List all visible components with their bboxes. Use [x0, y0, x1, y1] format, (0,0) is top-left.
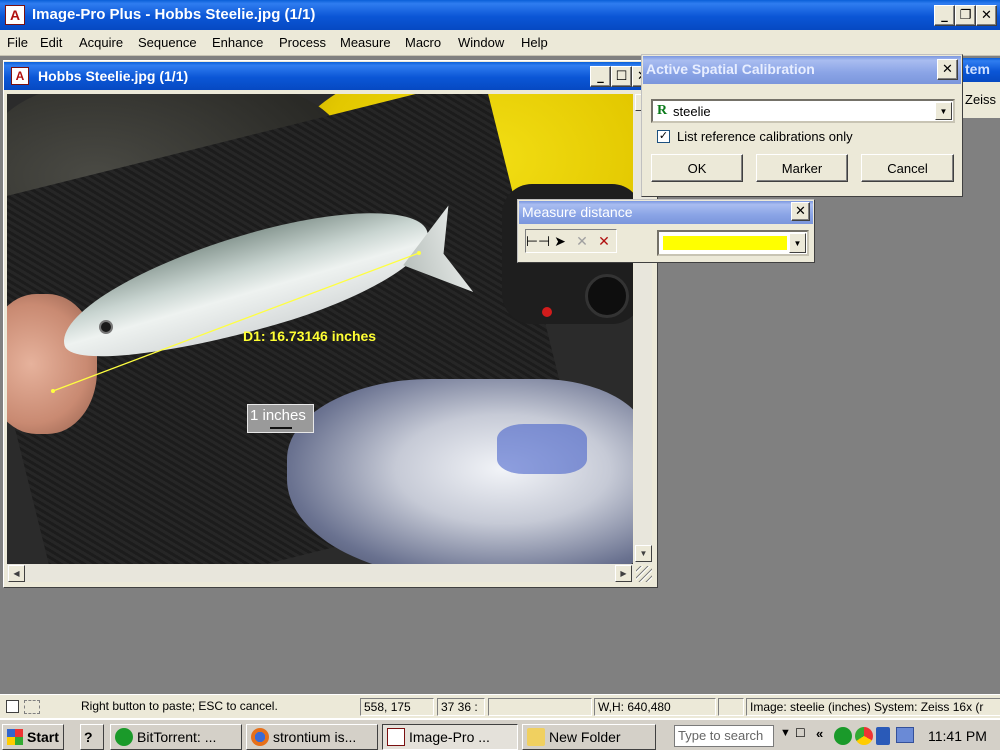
calibration-type-badge: R	[657, 103, 668, 118]
status-coords: 558, 175	[360, 698, 434, 716]
menu-help[interactable]: Help	[521, 35, 548, 50]
menu-macro[interactable]: Macro	[405, 35, 441, 50]
app-minimize-button[interactable]: _	[934, 5, 955, 26]
image-window-title-bar[interactable]: A Hobbs Steelie.jpg (1/1) _ ☐ ✕	[4, 62, 655, 90]
status-toggle-icon[interactable]	[6, 700, 19, 713]
bittorrent-icon	[115, 728, 133, 746]
calibration-title-bar[interactable]: Active Spatial Calibration ✕	[643, 56, 961, 84]
background-window-body: Zeiss	[962, 82, 1000, 118]
measurement-endpoint-start	[51, 389, 55, 393]
tray-chrome-icon[interactable]	[855, 727, 873, 745]
status-bar: Right button to paste; ESC to cancel. 55…	[0, 694, 1000, 718]
status-hint: Right button to paste; ESC to cancel.	[81, 699, 278, 713]
status-calibration-info: Image: steelie (inches) System: Zeiss 16…	[746, 698, 1000, 716]
image-window-icon: A	[11, 67, 29, 85]
task-imagepro[interactable]: Image-Pro ...	[382, 724, 518, 750]
task-firefox[interactable]: strontium is...	[246, 724, 378, 750]
menu-file[interactable]: File	[7, 35, 28, 50]
app-logo-icon: A	[5, 5, 25, 25]
scroll-down-button[interactable]: ▼	[635, 545, 652, 562]
calibration-close-button[interactable]: ✕	[937, 59, 958, 80]
calibration-select-value: steelie	[673, 104, 711, 119]
scale-bar-line	[270, 427, 292, 429]
taskbar: Start ? BitTorrent: ... strontium is... …	[0, 718, 1000, 750]
firefox-icon	[251, 728, 269, 746]
taskbar-search-input[interactable]: Type to search	[674, 725, 774, 747]
start-label: Start	[27, 729, 59, 745]
ok-button[interactable]: OK	[651, 154, 743, 182]
scale-bar-label: 1 inches	[250, 407, 306, 424]
task-label: New Folder	[549, 729, 621, 745]
select-arrow-icon[interactable]: ➤	[549, 231, 571, 251]
measurement-endpoint-end	[417, 251, 421, 255]
delete-gray-icon[interactable]: ✕	[571, 231, 593, 251]
menu-enhance[interactable]: Enhance	[212, 35, 263, 50]
app-title-bar[interactable]: A Image-Pro Plus - Hobbs Steelie.jpg (1/…	[0, 0, 1000, 30]
delete-all-icon[interactable]: ✕	[593, 231, 615, 251]
app-title: Image-Pro Plus - Hobbs Steelie.jpg (1/1)	[32, 6, 316, 23]
status-pixel-value: 37 36 :	[437, 698, 485, 716]
status-empty-cell-2	[718, 698, 744, 716]
status-empty-cell	[488, 698, 592, 716]
image-minimize-button[interactable]: _	[590, 66, 611, 87]
chevron-down-icon[interactable]: ▼	[935, 102, 952, 120]
app-restore-button[interactable]: ❐	[955, 5, 976, 26]
start-button[interactable]: Start	[2, 724, 64, 750]
tray-shield-icon[interactable]	[876, 727, 890, 745]
background-window-text: Zeiss	[965, 92, 997, 107]
measure-title-bar[interactable]: Measure distance ✕	[519, 201, 813, 224]
windows-logo-icon	[7, 729, 23, 745]
task-bittorrent[interactable]: BitTorrent: ...	[110, 724, 242, 750]
calibration-title: Active Spatial Calibration	[646, 61, 815, 77]
image-window-title: Hobbs Steelie.jpg (1/1)	[38, 68, 189, 84]
image-canvas[interactable]: D1: 16.73146 inches 1 inches	[7, 94, 633, 564]
resize-grip-icon[interactable]	[636, 566, 652, 582]
taskbar-clock: 11:41 PM	[928, 728, 987, 744]
cancel-button[interactable]: Cancel	[861, 154, 954, 182]
menu-window[interactable]: Window	[458, 35, 504, 50]
scroll-left-button[interactable]: ◀	[8, 565, 25, 582]
help-quicklaunch-icon[interactable]: ?	[80, 724, 104, 750]
reference-only-label[interactable]: List reference calibrations only	[677, 129, 853, 144]
reference-only-checkbox[interactable]: ✓	[657, 130, 670, 143]
menu-acquire[interactable]: Acquire	[79, 35, 123, 50]
menu-measure[interactable]: Measure	[340, 35, 391, 50]
task-label: strontium is...	[273, 729, 357, 745]
measure-close-button[interactable]: ✕	[791, 202, 810, 221]
marker-button[interactable]: Marker	[756, 154, 848, 182]
task-label: BitTorrent: ...	[137, 729, 217, 745]
tray-expand-icon[interactable]: «	[816, 726, 823, 741]
task-label: Image-Pro ...	[409, 729, 490, 745]
menu-bar: File Edit Acquire Sequence Enhance Proce…	[0, 30, 1000, 56]
search-dropdown-icon[interactable]: ▼	[780, 727, 791, 739]
folder-icon	[527, 728, 545, 746]
measurement-line	[52, 252, 420, 392]
image-maximize-button[interactable]: ☐	[611, 66, 632, 87]
line-color-select[interactable]: ▼	[657, 230, 809, 256]
measurement-label: D1: 16.73146 inches	[243, 328, 377, 344]
imagepro-icon	[387, 728, 405, 746]
scroll-right-button[interactable]: ▶	[615, 565, 632, 582]
scale-bar[interactable]: 1 inches	[247, 404, 314, 433]
app-close-button[interactable]: ✕	[976, 5, 997, 26]
status-layers-icon[interactable]	[24, 700, 40, 714]
tray-network-icon[interactable]	[896, 727, 914, 743]
task-new-folder[interactable]: New Folder	[522, 724, 656, 750]
image-horizontal-scrollbar[interactable]	[7, 564, 634, 582]
calibration-select[interactable]: R steelie ▼	[651, 99, 955, 123]
menu-process[interactable]: Process	[279, 35, 326, 50]
chevron-down-icon[interactable]: ▼	[789, 233, 806, 253]
measure-title: Measure distance	[522, 204, 633, 220]
menu-sequence[interactable]: Sequence	[138, 35, 197, 50]
line-color-swatch	[663, 236, 787, 250]
menu-edit[interactable]: Edit	[40, 35, 62, 50]
background-window-title[interactable]: tem s	[962, 58, 1000, 93]
distance-tool-icon[interactable]: ⊢⊣	[526, 231, 550, 251]
status-dimensions: W,H: 640,480	[594, 698, 716, 716]
show-desktop-icon[interactable]: ☐	[795, 726, 806, 740]
tray-bittorrent-icon[interactable]	[834, 727, 852, 745]
